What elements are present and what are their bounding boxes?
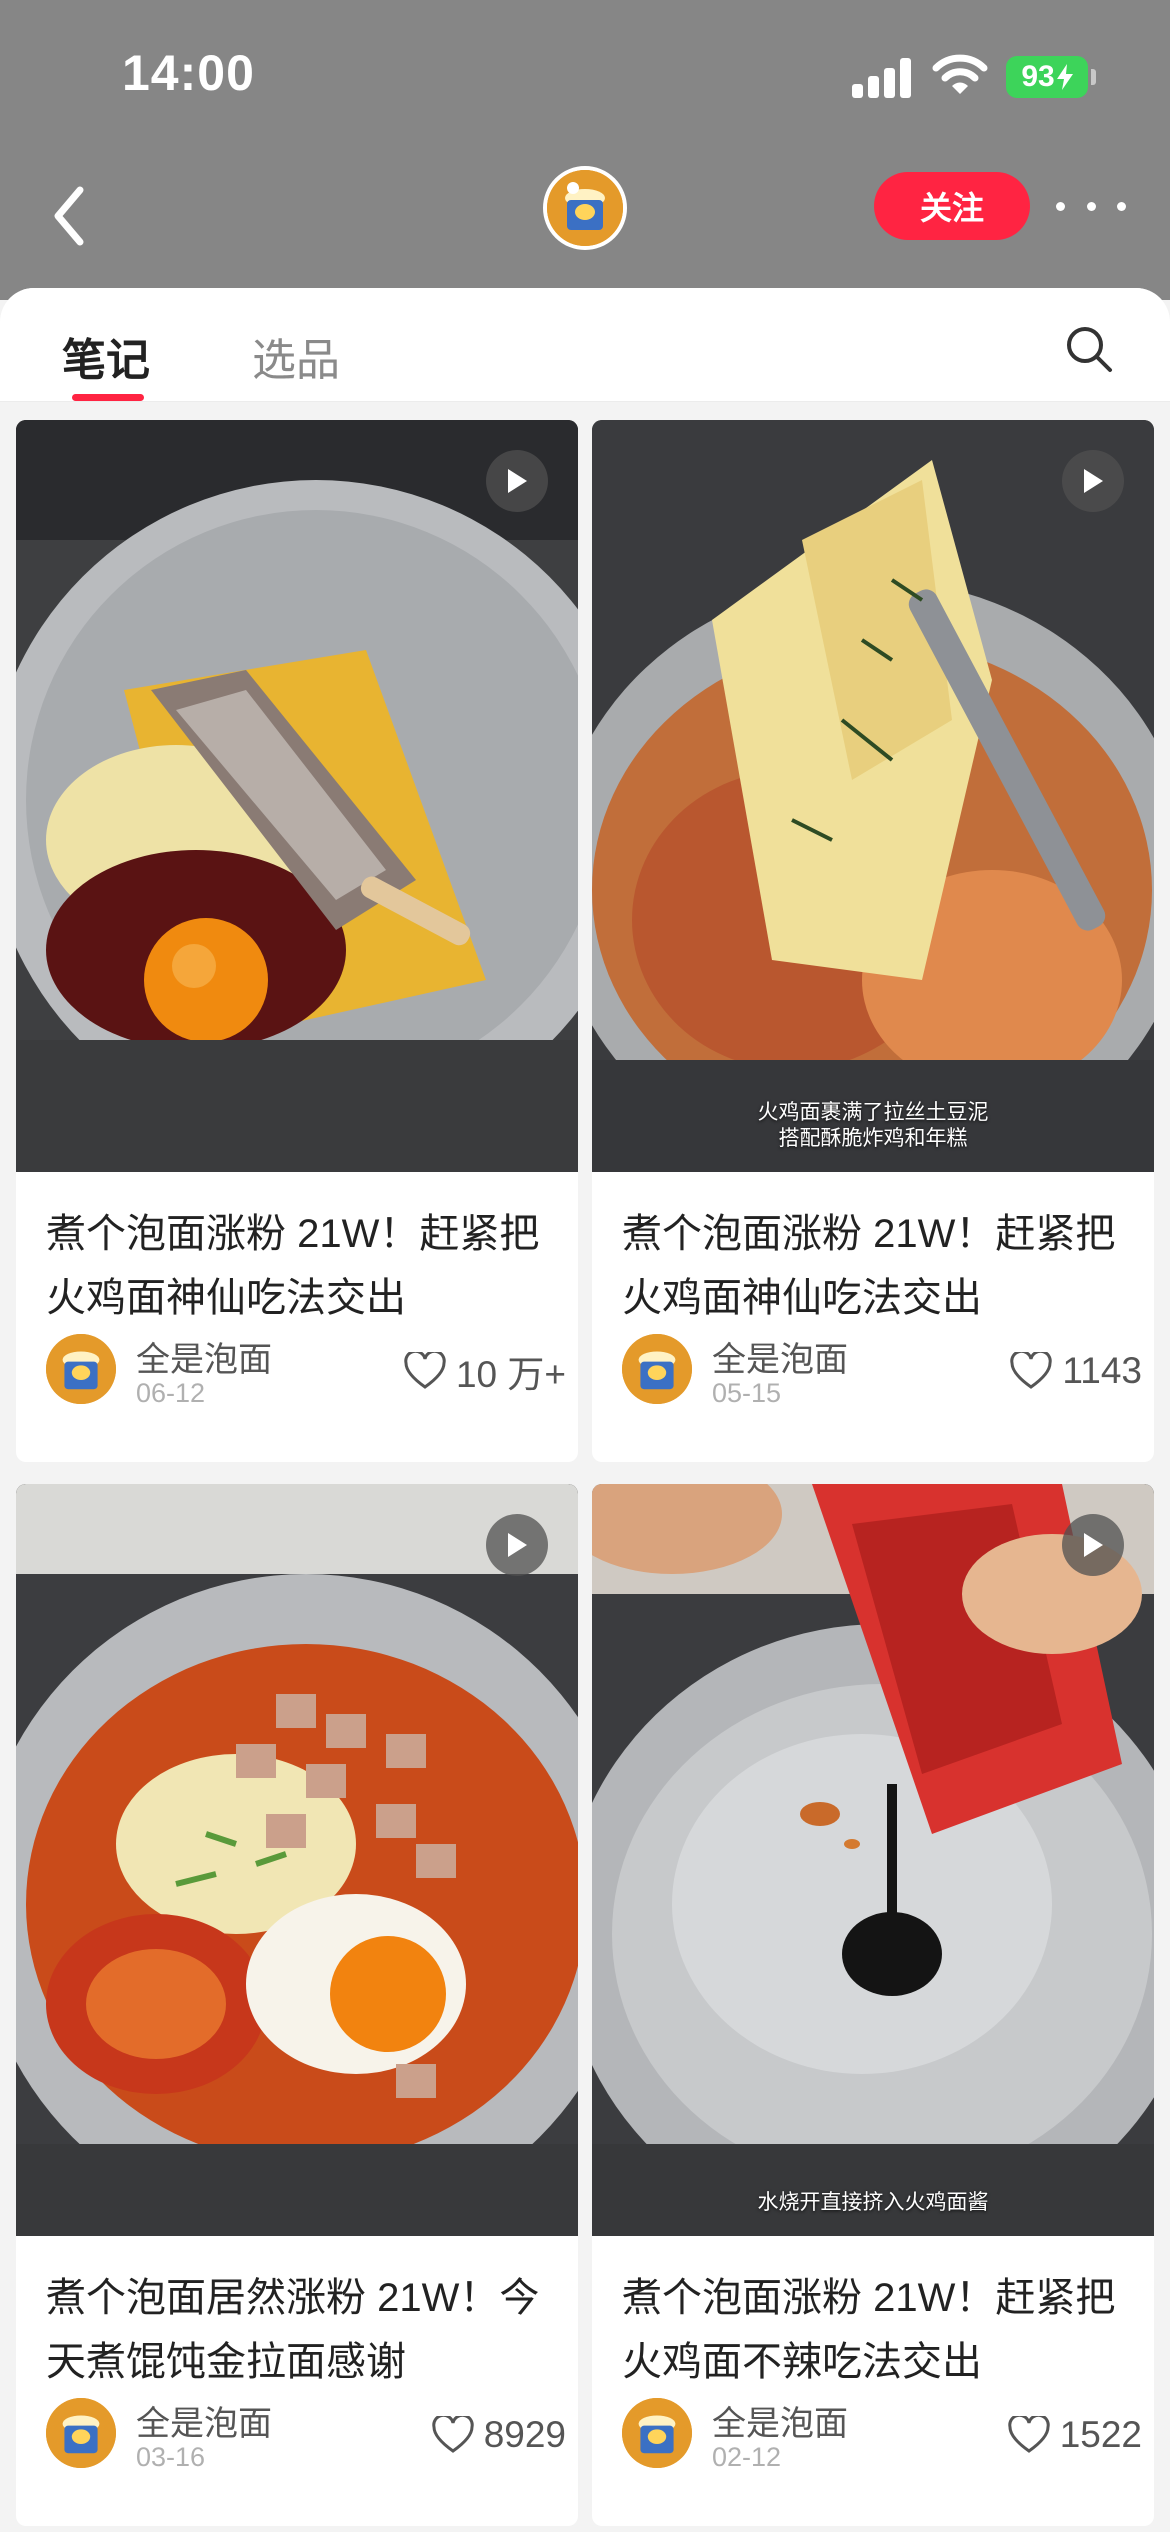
- note-title: 煮个泡面涨粉 21W！赶紧把火鸡面不辣吃法交出: [622, 2276, 1116, 2384]
- author-avatar[interactable]: [46, 1334, 116, 1404]
- noodle-cup-logo-icon: [547, 170, 623, 246]
- note-thumbnail[interactable]: [16, 420, 578, 1172]
- battery-level: 93: [1021, 60, 1055, 93]
- content-sheet: 笔记 选品 煮个泡面涨粉 21W！赶紧把火鸡面神仙吃法交出 全是泡面 06-12…: [0, 288, 1170, 2532]
- play-icon: [1062, 1514, 1124, 1576]
- author-row: 全是泡面 06-12 10 万+: [46, 1330, 566, 1410]
- active-tab-indicator: [72, 394, 144, 401]
- search-icon[interactable]: [1064, 324, 1114, 374]
- thumbnail-caption: 火鸡面裹满了拉丝土豆泥 搭配酥脆炸鸡和年糕: [757, 1100, 989, 1150]
- wifi-icon: [932, 54, 988, 94]
- like-button[interactable]: 1143: [1010, 1346, 1142, 1396]
- play-icon: [1062, 450, 1124, 512]
- post-date: 02-12: [712, 2442, 782, 2472]
- note-title: 煮个泡面涨粉 21W！赶紧把火鸡面神仙吃法交出: [622, 1212, 1116, 1320]
- cellular-signal-icon: [852, 58, 912, 98]
- profile-avatar[interactable]: [543, 166, 627, 250]
- note-card[interactable]: 火鸡面裹满了拉丝土豆泥 搭配酥脆炸鸡和年糕 煮个泡面涨粉 21W！赶紧把火鸡面神…: [592, 420, 1154, 1462]
- author-name[interactable]: 全是泡面: [136, 1332, 272, 1381]
- author-row: 全是泡面 02-12 1522: [622, 2394, 1142, 2474]
- heart-icon: [1007, 2416, 1050, 2453]
- charging-bolt-icon: [1056, 64, 1073, 90]
- heart-icon: [1010, 1352, 1053, 1389]
- author-avatar[interactable]: [622, 1334, 692, 1404]
- note-title: 煮个泡面涨粉 21W！赶紧把火鸡面神仙吃法交出: [46, 1212, 540, 1320]
- like-count: 1143: [1062, 1350, 1142, 1391]
- back-chevron-icon[interactable]: [44, 178, 100, 254]
- like-count: 1522: [1059, 2414, 1142, 2455]
- like-count: 8929: [483, 2414, 566, 2455]
- post-date: 03-16: [136, 2442, 206, 2472]
- author-row: 全是泡面 05-15 1143: [622, 1330, 1142, 1410]
- status-time: 14:00: [122, 45, 255, 101]
- thumbnail-caption: 水烧开直接挤入火鸡面酱: [757, 2190, 989, 2214]
- note-title: 煮个泡面居然涨粉 21W！今天煮馄饨金拉面感谢: [46, 2276, 540, 2384]
- more-dots-icon[interactable]: [1056, 186, 1126, 226]
- post-date: 05-15: [712, 1378, 782, 1408]
- author-avatar[interactable]: [622, 2398, 692, 2468]
- tab-bar: 笔记 选品: [0, 288, 1170, 402]
- like-button[interactable]: 8929: [431, 2410, 566, 2460]
- author-name[interactable]: 全是泡面: [712, 2396, 848, 2445]
- follow-button[interactable]: 关注: [874, 172, 1030, 240]
- author-row: 全是泡面 03-16 8929: [46, 2394, 566, 2474]
- tab-notes[interactable]: 笔记: [62, 324, 150, 388]
- status-bar: 14:00 93: [0, 0, 1170, 150]
- author-name[interactable]: 全是泡面: [712, 1332, 848, 1381]
- post-date: 06-12: [136, 1378, 206, 1408]
- like-button[interactable]: 1522: [1007, 2410, 1142, 2460]
- battery-indicator: 93: [1006, 56, 1088, 98]
- play-icon: [486, 450, 548, 512]
- battery-cap: [1091, 69, 1096, 85]
- play-icon: [486, 1514, 548, 1576]
- like-button[interactable]: 10 万+: [404, 1346, 566, 1396]
- note-thumbnail[interactable]: [16, 1484, 578, 2236]
- note-thumbnail[interactable]: 水烧开直接挤入火鸡面酱: [592, 1484, 1154, 2236]
- like-count: 10 万+: [455, 1354, 566, 1395]
- tab-products[interactable]: 选品: [252, 324, 340, 388]
- author-name[interactable]: 全是泡面: [136, 2396, 272, 2445]
- nav-bar: 关注: [0, 150, 1170, 280]
- note-card[interactable]: 煮个泡面涨粉 21W！赶紧把火鸡面神仙吃法交出 全是泡面 06-12 10 万+: [16, 420, 578, 1462]
- note-thumbnail[interactable]: 火鸡面裹满了拉丝土豆泥 搭配酥脆炸鸡和年糕: [592, 420, 1154, 1172]
- profile-header: 14:00 93 关注: [0, 0, 1170, 300]
- heart-icon: [404, 1352, 446, 1389]
- author-avatar[interactable]: [46, 2398, 116, 2468]
- note-card[interactable]: 煮个泡面居然涨粉 21W！今天煮馄饨金拉面感谢 全是泡面 03-16 8929: [16, 1484, 578, 2526]
- note-card[interactable]: 水烧开直接挤入火鸡面酱 煮个泡面涨粉 21W！赶紧把火鸡面不辣吃法交出 全是泡面…: [592, 1484, 1154, 2526]
- heart-icon: [431, 2416, 474, 2453]
